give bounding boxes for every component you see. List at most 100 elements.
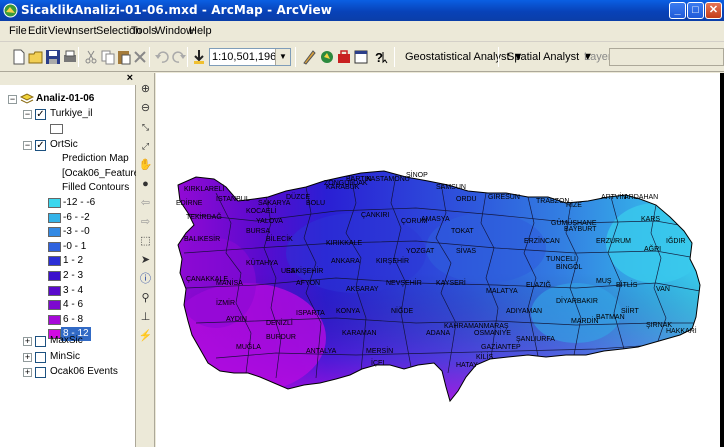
layer-turkiye-il[interactable]: Turkiye_il bbox=[50, 107, 92, 121]
select-features-icon[interactable]: ⬚ bbox=[138, 234, 153, 249]
menu-help[interactable]: Help bbox=[189, 25, 212, 37]
legend-swatch[interactable] bbox=[48, 212, 61, 223]
toolbar-separator bbox=[149, 47, 150, 67]
layer-ortsic[interactable]: OrtSic bbox=[50, 138, 78, 152]
province-label: ÇORUM bbox=[401, 218, 428, 225]
expand-icon[interactable]: + bbox=[23, 337, 32, 346]
legend-swatch[interactable] bbox=[48, 285, 61, 296]
layer-visibility-checkbox[interactable]: ✓ bbox=[35, 109, 46, 120]
expand-icon[interactable]: + bbox=[23, 368, 32, 377]
close-button[interactable]: ✕ bbox=[705, 2, 722, 19]
arctoolbox-icon[interactable] bbox=[335, 48, 353, 66]
province-label: USAK bbox=[281, 268, 300, 275]
tools-toolbar: ⊕ ⊖ ⤡ ⤢ ✋ ● ⇦ ⇨ ⬚ ➤ ⓘ ⚲ ⊥ ⚡ bbox=[136, 73, 155, 447]
measure-icon[interactable]: ⊥ bbox=[138, 310, 153, 325]
province-label: TOKAT bbox=[451, 228, 474, 235]
save-icon[interactable] bbox=[44, 48, 62, 66]
forward-extent-icon[interactable]: ⇨ bbox=[138, 215, 153, 230]
legend-label: 4 - 6 bbox=[63, 299, 84, 311]
cut-icon[interactable] bbox=[82, 48, 100, 66]
data-frame-name[interactable]: Analiz-01-06 bbox=[36, 92, 94, 106]
province-label: NEVŞEHİR bbox=[386, 278, 422, 287]
legend-swatch[interactable] bbox=[48, 198, 61, 208]
legend-swatch[interactable] bbox=[48, 271, 61, 281]
legend-swatch[interactable] bbox=[48, 227, 61, 238]
window-title: SicaklikAnalizi-01-06.mxd - ArcMap - Arc… bbox=[21, 3, 332, 17]
delete-icon[interactable] bbox=[131, 48, 149, 66]
new-document-icon[interactable] bbox=[10, 48, 28, 66]
layer-visibility-checkbox[interactable]: ✓ bbox=[35, 140, 46, 151]
province-label: TRABZON bbox=[536, 198, 569, 205]
province-label: GÜMÜŞHANE bbox=[551, 219, 597, 227]
province-label: ADANA bbox=[426, 330, 450, 337]
province-label: IĞDIR bbox=[666, 236, 685, 245]
add-data-icon[interactable] bbox=[190, 48, 208, 66]
hyperlink-icon[interactable]: ⚡ bbox=[138, 329, 153, 344]
zoom-in-icon[interactable]: ⊕ bbox=[138, 82, 153, 97]
identify-icon[interactable]: ⓘ bbox=[138, 272, 153, 287]
whats-this-help-icon[interactable]: ? bbox=[372, 48, 390, 66]
province-label: MUĞLA bbox=[236, 342, 261, 351]
province-label: TUNCELİ bbox=[546, 254, 576, 263]
chevron-down-icon[interactable]: ▼ bbox=[275, 49, 290, 65]
province-label: TEKİRDAĞ bbox=[186, 212, 222, 221]
collapse-icon[interactable]: − bbox=[23, 110, 32, 119]
layer-visibility-checkbox[interactable] bbox=[35, 352, 46, 363]
collapse-icon[interactable]: − bbox=[8, 95, 17, 104]
menu-insert[interactable]: Insert bbox=[69, 25, 97, 37]
fixed-zoom-in-icon[interactable]: ⤡ bbox=[138, 120, 153, 135]
province-label: KAYSERİ bbox=[436, 278, 466, 287]
find-icon[interactable]: ⚲ bbox=[138, 291, 153, 306]
layer-visibility-checkbox[interactable] bbox=[35, 336, 46, 347]
layer-combo[interactable] bbox=[609, 48, 724, 66]
layer-ocak06-events[interactable]: Ocak06 Events bbox=[50, 365, 118, 379]
province-label: SİVAS bbox=[456, 246, 476, 255]
full-extent-icon[interactable]: ● bbox=[138, 177, 153, 192]
toolbar-separator bbox=[498, 47, 499, 67]
arccatalog-icon[interactable] bbox=[318, 48, 336, 66]
legend-swatch[interactable] bbox=[48, 300, 61, 311]
print-icon[interactable] bbox=[61, 48, 79, 66]
menu-file[interactable]: File bbox=[9, 25, 27, 37]
province-label: AYDIN bbox=[226, 316, 247, 323]
layer-minsic[interactable]: MinSic bbox=[50, 350, 80, 364]
maximize-button[interactable]: □ bbox=[687, 2, 704, 19]
map-scale-combo[interactable]: 1:10,501,196 ▼ bbox=[209, 48, 291, 66]
toolbar-separator bbox=[295, 47, 296, 67]
close-icon[interactable]: × bbox=[127, 72, 133, 84]
redo-icon[interactable] bbox=[170, 48, 188, 66]
select-elements-icon[interactable]: ➤ bbox=[138, 253, 153, 268]
undo-icon[interactable] bbox=[153, 48, 171, 66]
legend-label: 2 - 3 bbox=[63, 270, 84, 281]
collapse-icon[interactable]: − bbox=[23, 141, 32, 150]
open-folder-icon[interactable] bbox=[27, 48, 45, 66]
menu-edit[interactable]: Edit bbox=[28, 25, 47, 37]
province-label: ADIYAMAN bbox=[506, 308, 542, 315]
layer-visibility-checkbox[interactable] bbox=[35, 367, 46, 378]
map-view[interactable]: KIRKLARELİ EDİRNE TEKİRDAĞ İSTANBUL KOCAELİ S… bbox=[156, 73, 724, 447]
province-label: YALOVA bbox=[256, 218, 283, 225]
legend-heading: Filled Contours bbox=[62, 182, 130, 193]
province-label: RİZE bbox=[566, 200, 582, 209]
menu-tools[interactable]: Tools bbox=[131, 25, 157, 37]
spatial-analyst-menu[interactable]: Spatial Analyst ▼ bbox=[507, 51, 593, 63]
province-label: KONYA bbox=[336, 308, 360, 315]
editor-toolbar-icon[interactable] bbox=[300, 48, 318, 66]
menu-bar: File Edit View Insert Selection Tools Wi… bbox=[0, 21, 724, 42]
pan-icon[interactable]: ✋ bbox=[138, 158, 153, 173]
map-border bbox=[720, 73, 724, 447]
fixed-zoom-out-icon[interactable]: ⤢ bbox=[138, 139, 153, 154]
legend-swatch[interactable] bbox=[48, 314, 61, 325]
province-label: ŞIRNAK bbox=[646, 322, 672, 329]
expand-icon[interactable]: + bbox=[23, 353, 32, 362]
layer-maxsic[interactable]: MaxSic bbox=[50, 334, 83, 348]
zoom-out-icon[interactable]: ⊖ bbox=[138, 101, 153, 116]
back-extent-icon[interactable]: ⇦ bbox=[138, 196, 153, 211]
legend-label: -0 - 1 bbox=[63, 240, 87, 252]
legend-swatch[interactable] bbox=[48, 241, 61, 252]
minimize-button[interactable]: _ bbox=[669, 2, 686, 19]
command-line-icon[interactable] bbox=[352, 48, 370, 66]
legend-swatch[interactable] bbox=[48, 256, 61, 267]
geostatistical-analyst-menu[interactable]: Geostatistical Analyst ▼ bbox=[405, 51, 524, 63]
title-bar: SicaklikAnalizi-01-06.mxd - ArcMap - Arc… bbox=[0, 0, 724, 21]
